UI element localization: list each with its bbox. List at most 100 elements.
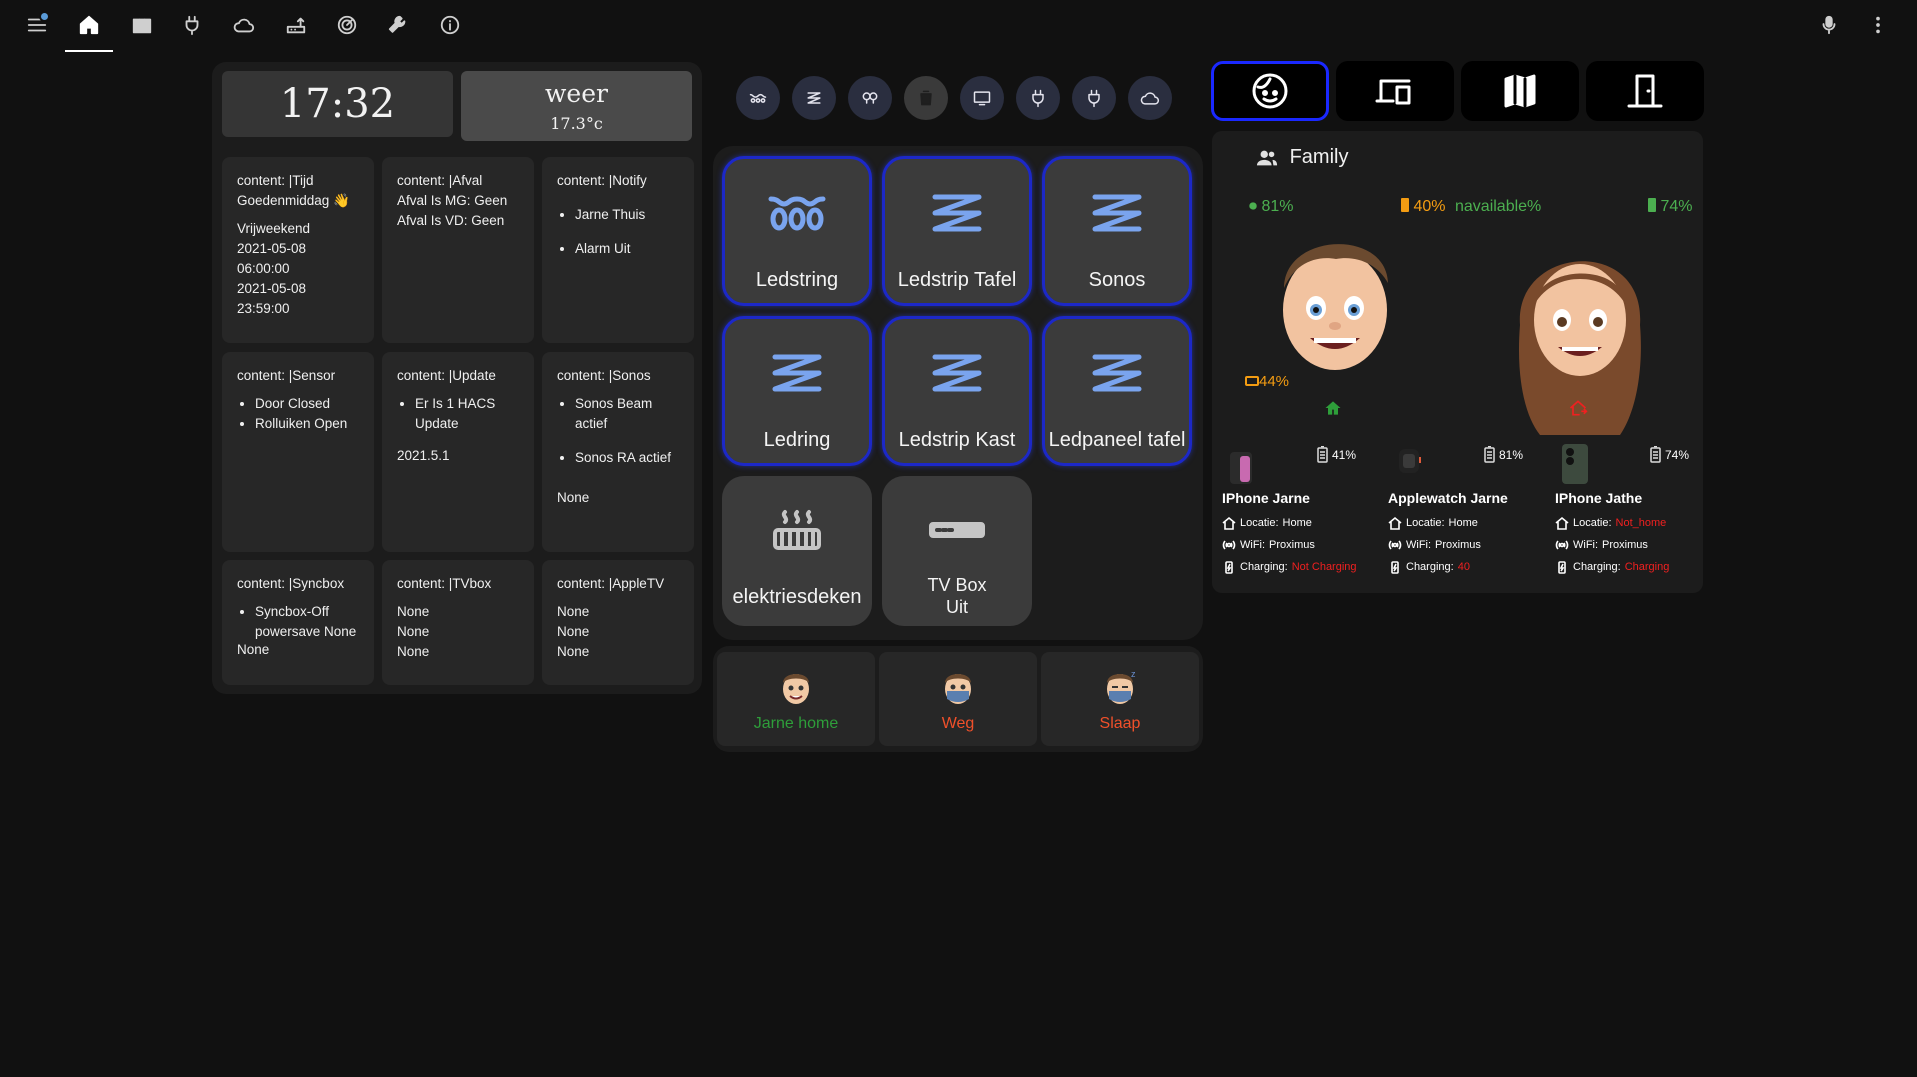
more-icon[interactable] <box>1864 11 1892 39</box>
iphone-image <box>1228 450 1256 486</box>
tile-ledpaneel-tafel[interactable]: Ledpaneel tafel <box>1042 316 1192 466</box>
battery-charging-icon <box>1558 561 1566 574</box>
cloud-icon[interactable] <box>230 11 258 39</box>
nav-button-map[interactable] <box>1461 61 1579 121</box>
list-item: Rolluiken Open <box>255 414 362 434</box>
battery-icon <box>1650 446 1661 463</box>
radar-icon[interactable] <box>333 11 361 39</box>
value: Proximus <box>1602 539 1648 551</box>
card-line: None <box>557 624 590 639</box>
top-toolbar <box>0 0 1917 52</box>
home-outline-icon <box>1555 516 1569 530</box>
nav-button-door[interactable] <box>1586 61 1704 121</box>
set-top-box-icon <box>927 508 987 552</box>
card-title: content: |Notify <box>557 173 647 188</box>
label: Charging: <box>1240 561 1288 573</box>
weather-card[interactable]: weer 17.3°c <box>461 71 692 141</box>
ledstrip-icon <box>927 351 987 395</box>
card-line: None <box>557 490 590 505</box>
content-card-tvbox: content: |TVbox None None None <box>382 560 534 685</box>
value: Not Charging <box>1291 561 1357 573</box>
tile-sonos[interactable]: Sonos <box>1042 156 1192 306</box>
state-button-weg[interactable]: Weg <box>879 652 1037 746</box>
card-line: None <box>397 604 430 619</box>
device-locatie: Locatie: Home <box>1222 516 1312 530</box>
microphone-icon[interactable] <box>1815 11 1843 39</box>
list-item: Er Is 1 HACS Update <box>415 394 522 434</box>
battery-value: 74% <box>1665 447 1690 462</box>
battery-value: navailable% <box>1455 198 1542 215</box>
value: Proximus <box>1269 539 1315 551</box>
nav-button-family[interactable] <box>1211 61 1329 121</box>
device-battery: 41% <box>1317 446 1356 463</box>
account-group-icon <box>1256 147 1278 169</box>
avatar-jarne <box>1270 218 1400 378</box>
ledstring-icon[interactable] <box>736 76 780 120</box>
tile-label: Ledstring <box>755 269 839 291</box>
devices-icon <box>1375 79 1411 105</box>
plug-icon[interactable] <box>178 11 206 39</box>
battery-jathe-phone: 74% <box>1648 198 1692 216</box>
ledstrip-icon <box>767 351 827 395</box>
device-battery: 81% <box>1484 446 1523 463</box>
state-label: Jarne home <box>753 715 839 732</box>
card-line: content: |Tijd <box>237 173 314 188</box>
value: Charging <box>1624 561 1670 573</box>
info-icon[interactable] <box>436 11 464 39</box>
tile-ledring[interactable]: Ledring <box>722 316 872 466</box>
label: Charging: <box>1573 561 1621 573</box>
avatar: z <box>1101 665 1139 707</box>
trash-icon[interactable] <box>904 76 948 120</box>
map-icon <box>1504 74 1536 108</box>
ledstrip-icon[interactable] <box>792 76 836 120</box>
battery-value: 81% <box>1499 447 1524 462</box>
card-line: None <box>557 644 590 659</box>
notification-dot <box>39 11 50 22</box>
tile-elektriesdeken[interactable]: elektriesdeken <box>722 476 872 626</box>
device-wifi: WiFi: Proximus <box>1388 538 1481 552</box>
card-line: 06:00:00 <box>237 261 290 276</box>
monitor-icon[interactable] <box>960 76 1004 120</box>
value: Not_home <box>1615 517 1667 529</box>
battery-value: 74% <box>1660 198 1693 215</box>
content-card-sonos: content: |Sonos Sonos Beam actief Sonos … <box>542 352 694 552</box>
battery-icon: ⏺ <box>1249 198 1258 215</box>
svg-text:z: z <box>1131 669 1136 679</box>
tile-label: Ledring <box>763 429 831 451</box>
battery-jarne-phone: ⏺ 81% <box>1249 198 1294 216</box>
tile-label-line1: TV Box <box>927 575 987 595</box>
wrench-icon[interactable] <box>384 11 412 39</box>
tile-tv-box[interactable]: TV Box Uit <box>882 476 1032 626</box>
device-charging: Charging: Charging <box>1555 560 1669 574</box>
lightbulb-group-icon[interactable] <box>848 76 892 120</box>
card-line: Goedenmiddag 👋 <box>237 193 350 208</box>
clock-time: 17:32 <box>279 81 396 127</box>
movie-icon[interactable] <box>128 11 156 39</box>
tile-ledstrip-tafel[interactable]: Ledstrip Tafel <box>882 156 1032 306</box>
weather-title: weer <box>545 79 608 108</box>
card-line: Afval Is MG: Geen <box>397 193 508 208</box>
tile-ledstrip-kast[interactable]: Ledstrip Kast <box>882 316 1032 466</box>
active-tab-indicator <box>65 50 113 52</box>
router-icon[interactable] <box>282 11 310 39</box>
device-name: IPhone Jarne <box>1222 490 1310 506</box>
battery-charging-icon <box>1225 561 1233 574</box>
list-item: Alarm Uit <box>575 239 682 259</box>
home-outline-icon <box>1222 516 1236 530</box>
plug-icon[interactable] <box>1072 76 1116 120</box>
battery-value: 41% <box>1332 447 1357 462</box>
device-charging: Charging: Not Charging <box>1222 560 1357 574</box>
state-button-slaap[interactable]: z Slaap <box>1041 652 1199 746</box>
list-item: Syncbox-Off powersave None <box>255 602 362 642</box>
tile-ledstring[interactable]: Ledstring <box>722 156 872 306</box>
avatar <box>777 665 815 707</box>
home-icon[interactable] <box>75 11 103 39</box>
device-name: Applewatch Jarne <box>1388 490 1508 506</box>
ledstrip-icon <box>1087 191 1147 235</box>
state-button-home[interactable]: Jarne home <box>717 652 875 746</box>
label: Locatie: <box>1573 517 1612 529</box>
nav-button-devices[interactable] <box>1336 61 1454 121</box>
plug-icon[interactable] <box>1016 76 1060 120</box>
weather-temperature: 17.3°c <box>550 114 603 133</box>
cloud-icon[interactable] <box>1128 76 1172 120</box>
